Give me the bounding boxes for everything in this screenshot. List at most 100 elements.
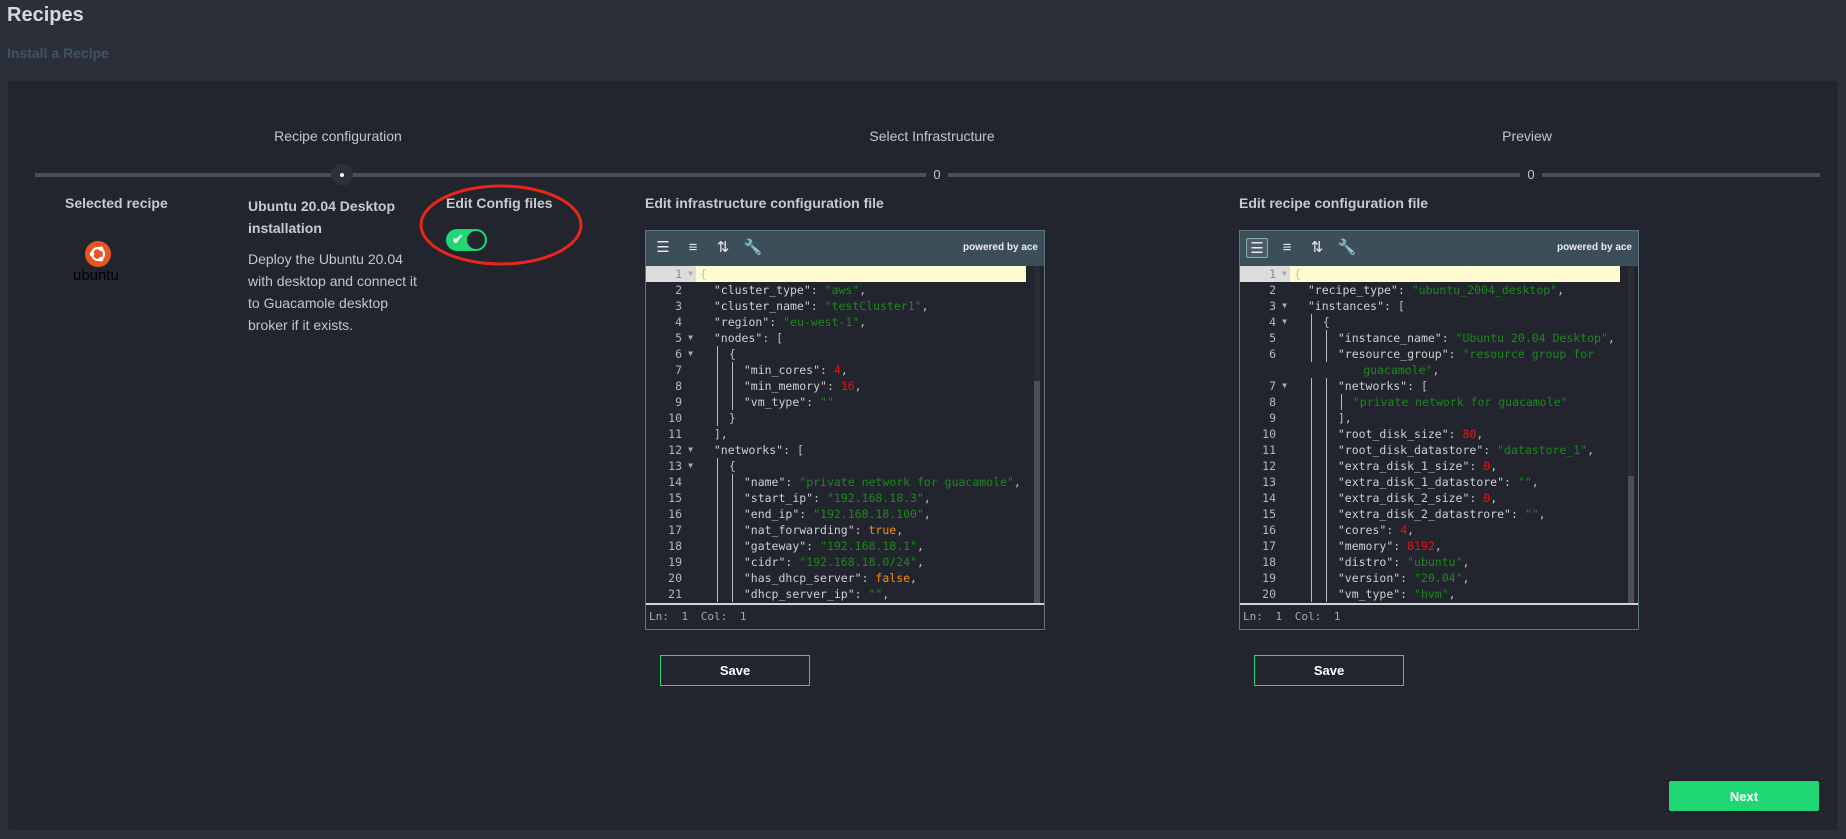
indent-guide	[1325, 570, 1338, 586]
fold-arrow-icon[interactable]: ▼	[688, 266, 693, 282]
indent-guide	[731, 490, 744, 506]
code-area[interactable]: 1 ▼{2 "cluster_type": "aws", 3 "cluster_na…	[646, 266, 1044, 603]
save-infra-config-button[interactable]: Save	[660, 655, 810, 686]
line-number: 16	[1262, 523, 1276, 537]
format-icon[interactable]: ☰	[652, 238, 674, 258]
code-line: 19 "cidr": "192.168.18.0/24",	[646, 554, 1044, 570]
line-number: 7 ▼	[1269, 378, 1287, 394]
code-token: :	[810, 299, 825, 313]
indent-guide	[1310, 538, 1323, 554]
indent-guide	[1310, 586, 1323, 602]
code-line: 9 "vm_type": ""	[646, 394, 1044, 410]
step-marker-1[interactable]	[331, 164, 353, 186]
indent-guide	[731, 538, 744, 554]
indent-guide	[1310, 554, 1323, 570]
fold-arrow-icon[interactable]: ▼	[688, 458, 693, 474]
code-token: ,	[859, 283, 867, 297]
indent-guide	[731, 554, 744, 570]
sort-icon[interactable]: ⇅	[1306, 238, 1328, 258]
code-token: "resource group for	[1462, 347, 1595, 361]
code-token: ""	[1524, 507, 1539, 521]
code-token: :	[1469, 491, 1484, 505]
code-token: :	[820, 363, 834, 377]
line-number: 20	[1262, 587, 1276, 601]
fold-arrow-icon[interactable]: ▼	[1282, 298, 1287, 314]
code-token: "memory"	[1337, 539, 1394, 553]
fold-arrow-icon[interactable]: ▼	[1282, 314, 1287, 330]
code-token: 8192	[1407, 539, 1435, 553]
infra-config-editor[interactable]: ☰ ≡ ⇅ 🔧 powered by ace 1 ▼ {2 "cluster_type": "…	[645, 230, 1045, 630]
editor-toolbar: ☰ ≡ ⇅ 🔧 powered by ace	[646, 231, 1044, 266]
code-token: }	[728, 411, 736, 425]
save-recipe-config-button[interactable]: Save	[1254, 655, 1404, 686]
recipe-config-editor[interactable]: ☰ ≡ ⇅ 🔧 powered by ace 1 ▼ {2 "recipe_type": "u…	[1239, 230, 1639, 630]
indent-guide	[716, 394, 729, 410]
code-line: 10 }	[646, 410, 1044, 426]
line-number: 18	[668, 539, 682, 553]
code-token: ,	[859, 315, 867, 329]
indent-guide	[1325, 474, 1338, 490]
code-line: 2 "cluster_type": "aws",	[646, 282, 1044, 298]
code-token: :	[799, 507, 814, 521]
code-token: "192.168.18.1"	[820, 539, 917, 553]
line-number: 20	[668, 571, 682, 585]
code-token: ,	[910, 571, 917, 585]
ubuntu-logo-text: ubuntu	[73, 267, 119, 284]
code-line: 15 "extra_disk_2_datastrore": "",	[1240, 506, 1638, 522]
code-token: :	[785, 555, 800, 569]
code-token: "private network for guacamole"	[1352, 395, 1568, 409]
editor-scrollbar[interactable]	[1628, 266, 1634, 603]
format-icon[interactable]: ☰	[1246, 238, 1268, 258]
indent-guide	[1325, 490, 1338, 506]
code-token: :	[1510, 507, 1525, 521]
line-number: 14	[1262, 491, 1276, 505]
code-area[interactable]: 1 ▼ {2 "recipe_type": "ubuntu_2004_desktop…	[1240, 266, 1638, 603]
fold-arrow-icon[interactable]: ▼	[688, 346, 693, 362]
settings-wrench-icon[interactable]: 🔧	[1336, 238, 1358, 258]
code-token: "vm_type"	[1337, 587, 1401, 601]
code-line: 11 ],	[646, 426, 1044, 442]
line-number: 1 ▼	[1240, 266, 1290, 282]
code-token: ,	[1013, 475, 1021, 489]
next-button[interactable]: Next	[1669, 781, 1819, 811]
page-subtitle: Install a Recipe	[7, 45, 109, 61]
settings-wrench-icon[interactable]: 🔧	[742, 238, 764, 258]
code-token: :	[854, 587, 869, 601]
code-line: 12 ▼ "networks": [	[646, 442, 1044, 458]
code-token: :	[1400, 587, 1415, 601]
code-token: ,	[916, 555, 924, 569]
editor-scrollbar[interactable]	[1034, 266, 1040, 603]
code-line: 1 ▼ {	[646, 266, 1026, 282]
code-token: :	[769, 315, 784, 329]
indent-guide	[716, 474, 729, 490]
step-label-recipe-configuration[interactable]: Recipe configuration	[274, 128, 402, 144]
code-token: : [	[783, 443, 804, 457]
indent-guide	[1325, 522, 1338, 538]
step-marker-2[interactable]: 0	[926, 164, 948, 186]
line-number: 1 ▼	[646, 266, 696, 282]
line-number: 9	[1269, 411, 1276, 425]
code-token: ,	[921, 299, 929, 313]
sort-icon[interactable]: ⇅	[712, 238, 734, 258]
code-line: 2 "recipe_type": "ubuntu_2004_desktop",	[1240, 282, 1638, 298]
fold-arrow-icon[interactable]: ▼	[1282, 266, 1287, 282]
powered-by-ace: powered by ace	[1556, 242, 1632, 253]
code-token: ,	[1462, 571, 1470, 585]
fold-arrow-icon[interactable]: ▼	[688, 330, 693, 346]
fold-arrow-icon[interactable]: ▼	[688, 442, 693, 458]
code-line: 11 "root_disk_datastore": "datastore_1",	[1240, 442, 1638, 458]
code-line: guacamole",	[1240, 362, 1638, 378]
code-token: guacamole"	[1294, 363, 1433, 377]
code-line: 15 "start_ip": "192.168.18.3",	[646, 490, 1044, 506]
code-token: ,	[1448, 587, 1456, 601]
code-token: ,	[916, 539, 924, 553]
step-marker-3[interactable]: 0	[1520, 164, 1542, 186]
compact-icon[interactable]: ≡	[1276, 238, 1298, 258]
code-token: "20.04"	[1414, 571, 1463, 585]
compact-icon[interactable]: ≡	[682, 238, 704, 258]
fold-arrow-icon[interactable]: ▼	[1282, 378, 1287, 394]
indent-guide	[731, 506, 744, 522]
step-label-select-infrastructure[interactable]: Select Infrastructure	[869, 128, 994, 144]
step-label-preview[interactable]: Preview	[1502, 128, 1552, 144]
code-line: 18 "gateway": "192.168.18.1",	[646, 538, 1044, 554]
